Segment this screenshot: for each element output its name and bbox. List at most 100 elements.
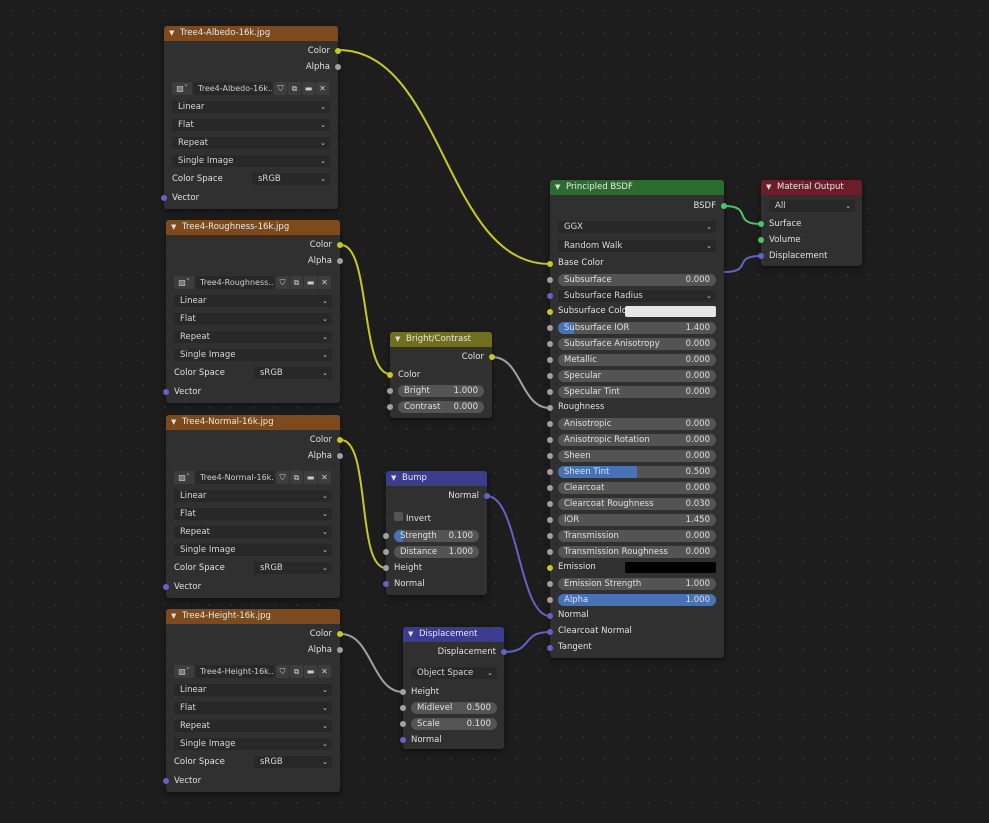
socket-input-24[interactable] [547,645,553,651]
chevron-down-icon[interactable]: ▼ [171,220,176,235]
color-space-dropdown[interactable]: sRGB ⌄ [254,367,332,379]
duplicate-icon[interactable]: ⧉ [290,665,303,678]
socket-input-21[interactable] [547,597,553,603]
image-texture-node-normal[interactable]: ▼ Tree4-Normal-16k.jpg Color Alpha ▨ˇ Tr… [163,415,343,598]
node-header[interactable]: ▼ Bright/Contrast [390,332,492,347]
socket-normal-in[interactable] [400,737,406,743]
socket-alpha-out[interactable] [335,64,341,70]
extension-dropdown[interactable]: Repeat ⌄ [174,720,332,732]
distribution-dropdown[interactable]: GGX ⌄ [558,221,716,233]
socket-input-10[interactable] [547,421,553,427]
socket-displacement-in[interactable] [758,253,764,259]
folder-icon[interactable]: ▬ [304,276,317,289]
link-displacement-output[interactable] [723,255,762,273]
image-browse-icon[interactable]: ▨ˇ [174,665,194,678]
socket-color-out[interactable] [489,354,495,360]
interpolation-dropdown[interactable]: Linear ⌄ [174,295,332,307]
socket-normal-in[interactable] [383,581,389,587]
image-browse-icon[interactable]: ▨ˇ [172,82,192,95]
fake-user-shield-icon[interactable]: ⛉ [276,665,289,678]
input-field[interactable]: Sheen 0.000 [558,450,716,462]
image-name-field[interactable]: Tree4-Albedo-16k... [194,82,272,95]
chevron-down-icon[interactable]: ▼ [408,627,413,642]
input-field[interactable]: Subsurface IOR 1.400 [558,322,716,334]
socket-bsdf-out[interactable] [721,203,727,209]
socket-height-in[interactable] [400,689,406,695]
duplicate-icon[interactable]: ⧉ [290,471,303,484]
bright-field[interactable]: Bright 1.000 [398,385,484,397]
target-dropdown[interactable]: All ⌄ [769,200,855,212]
socket-input-14[interactable] [547,485,553,491]
socket-distance-in[interactable] [383,549,389,555]
socket-volume-in[interactable] [758,237,764,243]
fake-user-shield-icon[interactable]: ⛉ [276,471,289,484]
socket-input-22[interactable] [547,613,553,619]
socket-input-6[interactable] [547,357,553,363]
chevron-down-icon[interactable]: ▼ [555,180,560,195]
projection-dropdown[interactable]: Flat ⌄ [172,119,330,131]
image-selector[interactable]: ▨ˇ Tree4-Albedo-16k... ⛉ ⧉ ▬ ✕ [172,82,330,95]
image-texture-node-height[interactable]: ▼ Tree4-Height-16k.jpg Color Alpha ▨ˇ Tr… [163,609,343,792]
link-normal-bump-height[interactable] [340,439,387,569]
source-dropdown[interactable]: Single Image ⌄ [174,738,332,750]
projection-dropdown[interactable]: Flat ⌄ [174,313,332,325]
socket-color-out[interactable] [337,242,343,248]
chevron-down-icon[interactable]: ▼ [395,332,400,347]
node-header[interactable]: ▼ Principled BSDF [550,180,724,195]
fake-user-shield-icon[interactable]: ⛉ [274,82,287,95]
chevron-down-icon[interactable]: ▼ [171,609,176,624]
socket-input-0[interactable] [547,261,553,267]
color-space-dropdown[interactable]: sRGB ⌄ [252,173,330,185]
input-field[interactable]: Emission Strength 1.000 [558,578,716,590]
chevron-down-icon[interactable]: ▼ [391,471,396,486]
socket-midlevel-in[interactable] [400,705,406,711]
socket-input-3[interactable] [547,309,553,315]
principled-bsdf-node[interactable]: ▼ Principled BSDF BSDF GGX ⌄ Random Walk ⌄… [547,180,727,658]
input-field[interactable]: Transmission Roughness 0.000 [558,546,716,558]
link-albedo-basecolor[interactable] [337,49,551,265]
input-field[interactable]: Clearcoat Roughness 0.030 [558,498,716,510]
socket-color-in[interactable] [387,372,393,378]
input-dropdown[interactable]: Subsurface Radius ⌄ [558,290,716,302]
close-icon[interactable]: ✕ [316,82,329,95]
color-swatch[interactable] [625,306,716,317]
chevron-down-icon[interactable]: ▼ [766,180,771,195]
color-space-dropdown[interactable]: sRGB ⌄ [254,756,332,768]
input-field[interactable]: Specular Tint 0.000 [558,386,716,398]
image-selector[interactable]: ▨ˇ Tree4-Roughness... ⛉ ⧉ ▬ ✕ [174,276,332,289]
node-header[interactable]: ▼ Tree4-Height-16k.jpg [166,609,340,624]
socket-normal-out[interactable] [484,493,490,499]
socket-input-16[interactable] [547,517,553,523]
bump-node[interactable]: ▼ Bump Normal Invert Strength 0.100 Dist… [383,471,490,595]
distance-field[interactable]: Distance 1.000 [394,546,479,558]
input-field[interactable]: Sheen Tint 0.500 [558,466,716,478]
image-selector[interactable]: ▨ˇ Tree4-Normal-16k... ⛉ ⧉ ▬ ✕ [174,471,332,484]
input-field[interactable]: Transmission 0.000 [558,530,716,542]
image-browse-icon[interactable]: ▨ˇ [174,276,194,289]
socket-height-in[interactable] [383,565,389,571]
invert-checkbox[interactable] [394,512,403,521]
interpolation-dropdown[interactable]: Linear ⌄ [174,684,332,696]
socket-input-11[interactable] [547,437,553,443]
close-icon[interactable]: ✕ [318,471,331,484]
socket-input-5[interactable] [547,341,553,347]
image-texture-node-roughness[interactable]: ▼ Tree4-Roughness-16k.jpg Color Alpha ▨ˇ… [163,220,343,403]
input-field[interactable]: Anisotropic 0.000 [558,418,716,430]
socket-vector-in[interactable] [163,778,169,784]
link-roughness-brightcontrast[interactable] [340,244,391,375]
socket-input-9[interactable] [547,405,553,411]
material-output-node[interactable]: ▼ Material Output All ⌄ Surface Volume Di… [758,180,862,266]
socket-color-out[interactable] [337,437,343,443]
socket-input-4[interactable] [547,325,553,331]
chevron-down-icon[interactable]: ▼ [171,415,176,430]
input-field[interactable]: Subsurface Anisotropy 0.000 [558,338,716,350]
folder-icon[interactable]: ▬ [302,82,315,95]
socket-vector-in[interactable] [163,584,169,590]
fake-user-shield-icon[interactable]: ⛉ [276,276,289,289]
close-icon[interactable]: ✕ [318,276,331,289]
socket-alpha-out[interactable] [337,258,343,264]
input-field[interactable]: Subsurface 0.000 [558,274,716,286]
link-bump-normal[interactable] [486,495,551,617]
folder-icon[interactable]: ▬ [304,665,317,678]
node-header[interactable]: ▼ Displacement [403,627,504,642]
